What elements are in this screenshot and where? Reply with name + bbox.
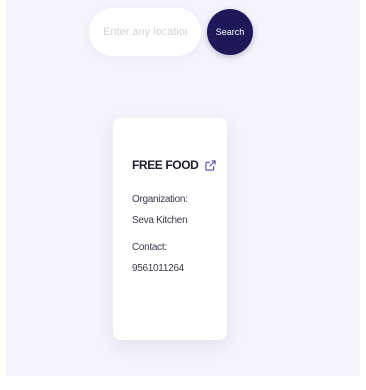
listing-card: FREE FOOD Organization: Seva Kitchen Con…: [113, 118, 227, 340]
search-bar: Search: [89, 8, 253, 56]
organization-field: Organization: Seva Kitchen: [132, 192, 227, 228]
card-header: FREE FOOD: [132, 158, 227, 172]
organization-label: Organization:: [132, 194, 188, 205]
search-input[interactable]: [89, 8, 201, 56]
search-button[interactable]: Search: [207, 9, 253, 55]
external-link-icon[interactable]: [205, 159, 217, 171]
organization-value: Seva Kitchen: [132, 215, 188, 226]
contact-field: Contact: 9561011264: [132, 240, 227, 276]
contact-value: 9561011264: [132, 263, 184, 274]
card-title: FREE FOOD: [132, 158, 199, 172]
contact-label: Contact:: [132, 242, 167, 253]
